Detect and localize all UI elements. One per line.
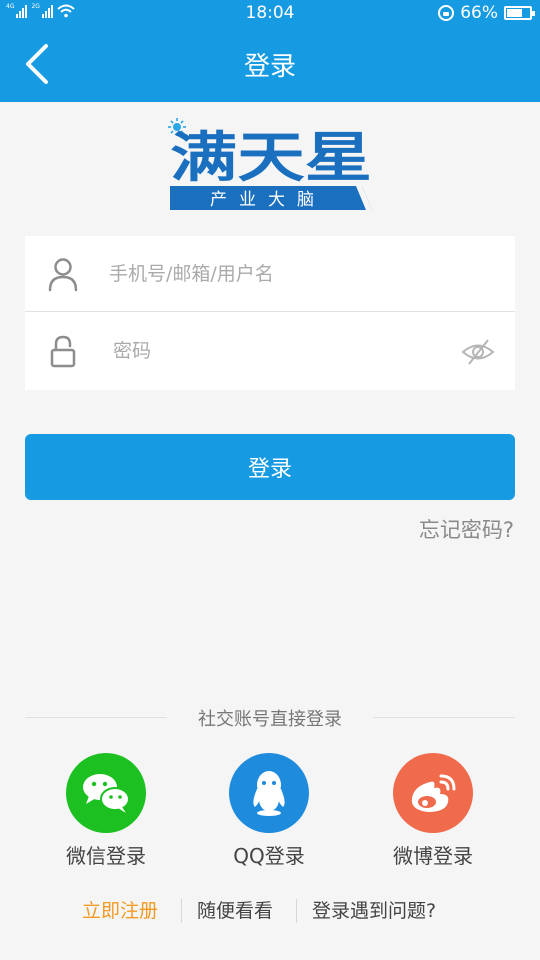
wechat-login-label: 微信登录 [66, 844, 146, 868]
qq-login-label: QQ登录 [233, 844, 305, 868]
password-field [25, 313, 515, 389]
password-input[interactable] [113, 331, 453, 371]
qq-login-button[interactable]: QQ登录 [209, 753, 329, 869]
bottom-links: 立即注册 随便看看 登录遇到问题? [0, 893, 540, 925]
page-title: 登录 [243, 52, 296, 82]
login-help-link[interactable]: 登录遇到问题? [312, 896, 436, 923]
login-button[interactable]: 登录 [25, 434, 515, 500]
forgot-password-link[interactable]: 忘记密码? [419, 514, 514, 544]
weibo-icon [393, 753, 473, 833]
logo-main-text: 满天星 [170, 126, 372, 189]
rotation-lock-icon [438, 5, 455, 21]
link-separator [181, 899, 182, 923]
register-link[interactable]: 立即注册 [82, 896, 158, 923]
wechat-login-button[interactable]: 微信登录 [46, 753, 166, 869]
wechat-icon [66, 753, 146, 833]
weibo-login-label: 微博登录 [393, 844, 473, 868]
browse-link[interactable]: 随便看看 [197, 896, 273, 923]
username-input[interactable] [109, 254, 449, 294]
username-field [25, 236, 515, 312]
battery-fill [507, 9, 522, 17]
qq-icon [229, 753, 309, 833]
logo-sub-text: 产业大脑 [210, 190, 326, 210]
battery-percent: 66% [460, 3, 498, 23]
nav-bar: 登录 [0, 26, 540, 102]
status-bar: 4G 2G 18:04 66% [0, 0, 540, 26]
user-icon [48, 258, 78, 292]
login-form [25, 236, 515, 390]
app-logo: 满天星 产业大脑 [168, 118, 374, 214]
social-login-title: 社交账号直接登录 [198, 709, 342, 730]
eye-hidden-icon[interactable] [461, 337, 495, 367]
status-right: 66% [438, 3, 535, 23]
weibo-login-button[interactable]: 微博登录 [373, 753, 493, 869]
battery-icon [504, 6, 535, 20]
link-separator [296, 899, 297, 923]
lock-icon [50, 335, 76, 368]
